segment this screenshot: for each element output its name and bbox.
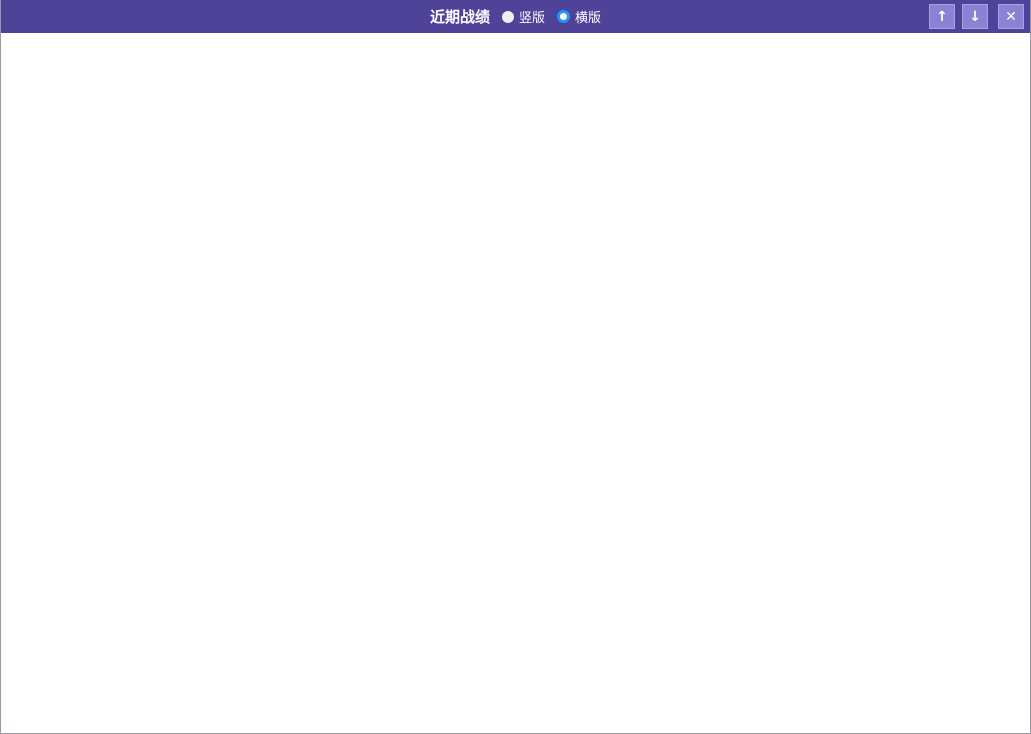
radio-vertical-label: 竖版 <box>518 10 545 25</box>
window-title: 近期战绩 <box>429 9 490 26</box>
window-buttons: ↑ ↓ ✕ <box>929 4 1024 29</box>
title-bar: 近期战绩 竖版 横版 ↑ ↓ ✕ <box>1 0 1030 33</box>
radio-horizontal-label: 横版 <box>575 10 602 25</box>
move-down-button[interactable]: ↓ <box>962 4 988 29</box>
recent-results-window: 近期战绩 竖版 横版 ↑ ↓ ✕ <box>0 0 1031 734</box>
radio-horizontal-layout[interactable]: 横版 <box>557 7 601 26</box>
title-group: 近期战绩 竖版 横版 <box>430 6 601 27</box>
close-button[interactable]: ✕ <box>998 4 1024 29</box>
close-icon: ✕ <box>1005 8 1017 25</box>
radio-vertical-layout[interactable]: 竖版 <box>501 7 545 26</box>
radio-horizontal-icon <box>557 10 570 23</box>
radio-vertical-icon <box>501 10 514 23</box>
up-arrow-icon: ↑ <box>936 8 948 25</box>
down-arrow-icon: ↓ <box>969 8 981 25</box>
move-up-button[interactable]: ↑ <box>929 4 955 29</box>
